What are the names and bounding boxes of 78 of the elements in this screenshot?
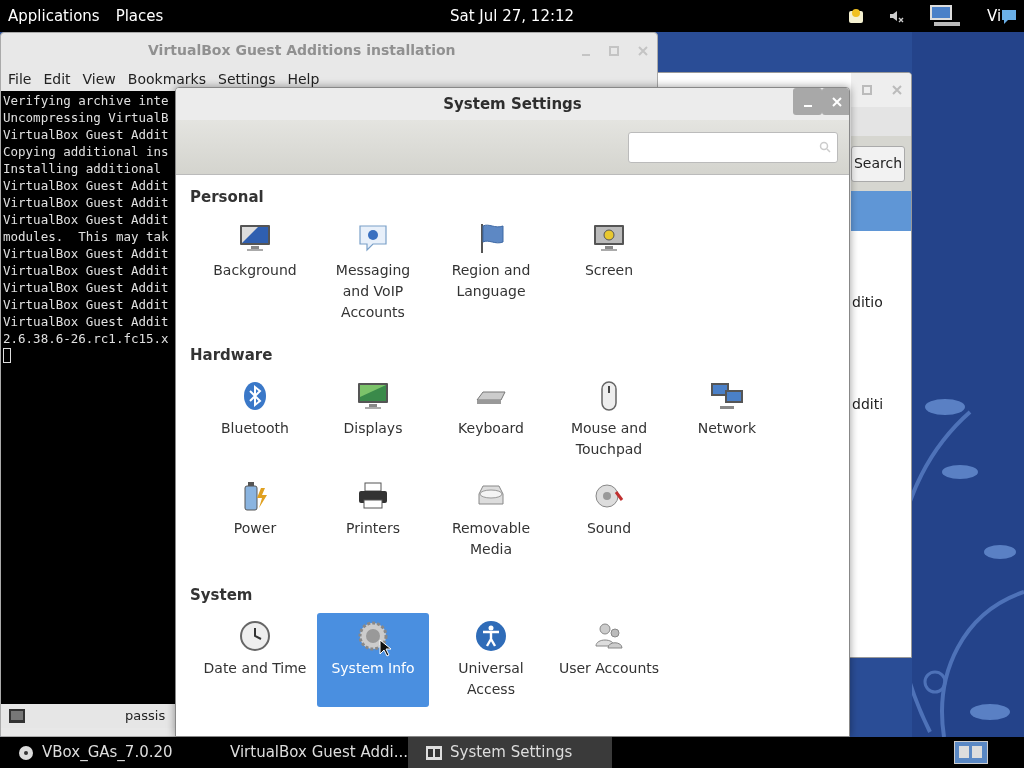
- section-heading: Hardware: [190, 345, 273, 365]
- mouse-pointer-icon: [379, 639, 391, 657]
- workspace-switcher-icon[interactable]: [954, 741, 988, 764]
- terminal-line: Verifying archive inte: [3, 92, 169, 109]
- window-title: VirtualBox Guest Additions installation: [148, 40, 456, 60]
- window-title: System Settings: [443, 93, 582, 115]
- terminal-line: VirtualBox Guest Addit: [3, 211, 169, 228]
- accessibility-icon: [475, 620, 507, 652]
- menu-item[interactable]: Help: [287, 68, 320, 90]
- close-icon[interactable]: [892, 85, 902, 95]
- search-field[interactable]: [628, 131, 838, 163]
- category-item[interactable]: Sound: [553, 473, 665, 567]
- monitor-icon: [238, 222, 272, 254]
- category-item[interactable]: Power: [199, 473, 311, 567]
- close-icon[interactable]: [638, 46, 648, 56]
- network-icon[interactable]: [928, 4, 962, 28]
- user-name[interactable]: Vi: [987, 4, 1002, 28]
- volume-muted-icon[interactable]: [888, 8, 904, 24]
- maximize-icon[interactable]: [609, 46, 619, 56]
- category-item[interactable]: Region and Language: [435, 215, 547, 327]
- category-item[interactable]: Keyboard: [435, 373, 547, 467]
- printer-icon: [357, 480, 389, 512]
- chat-bubble-icon[interactable]: [1001, 9, 1017, 25]
- panel-menu[interactable]: Applications: [8, 4, 100, 28]
- disc-icon: [18, 744, 34, 761]
- minimize-button[interactable]: [793, 88, 822, 115]
- menu-item[interactable]: View: [82, 68, 116, 90]
- terminal-line: Uncompressing VirtualB: [3, 109, 169, 126]
- menu-item[interactable]: File: [8, 68, 32, 90]
- category-item[interactable]: Background: [199, 215, 311, 327]
- clock[interactable]: Sat Jul 27, 12:12: [450, 4, 575, 28]
- search-icon: [819, 141, 831, 153]
- menu-item[interactable]: Edit: [43, 68, 71, 90]
- category-item[interactable]: Date and Time: [199, 613, 311, 707]
- category-item[interactable]: User Accounts: [553, 613, 665, 707]
- monitor-icon: [356, 380, 390, 412]
- notification-icon[interactable]: [848, 8, 864, 24]
- terminal-icon[interactable]: [9, 709, 25, 723]
- taskbar-button[interactable]: System Settings: [408, 737, 612, 768]
- text-cursor: [3, 348, 11, 363]
- close-icon: [831, 96, 842, 107]
- menu-item[interactable]: Bookmarks: [127, 68, 206, 90]
- category-item[interactable]: Universal Access: [435, 613, 547, 707]
- category-item[interactable]: Messaging and VoIP Accounts: [317, 215, 429, 327]
- menu-item[interactable]: Settings: [218, 68, 276, 90]
- terminal-line: Installing additional: [3, 160, 162, 177]
- list-row[interactable]: [851, 191, 911, 231]
- settings-app-icon: [426, 745, 442, 760]
- section-heading: System: [190, 585, 253, 605]
- section-heading: Personal: [190, 187, 264, 207]
- panel-menu[interactable]: Places: [115, 4, 164, 28]
- network-icon: [710, 380, 744, 412]
- terminal-line: Copying additional ins: [3, 143, 169, 160]
- terminal-line: VirtualBox Guest Addit: [3, 296, 169, 313]
- close-button[interactable]: [822, 88, 849, 115]
- monitor-icon: [592, 222, 626, 254]
- status-text: passis: [125, 707, 166, 726]
- terminal-line: modules. This may tak: [3, 228, 169, 245]
- category-item[interactable]: Printers: [317, 473, 429, 567]
- terminal-line: 2.6.38.6-26.rc1.fc15.x: [3, 330, 169, 347]
- terminal-line: VirtualBox Guest Addit: [3, 177, 169, 194]
- terminal-line: VirtualBox Guest Addit: [3, 313, 169, 330]
- category-item[interactable]: Displays: [317, 373, 429, 467]
- category-item[interactable]: Bluetooth: [199, 373, 311, 467]
- search-button[interactable]: Search: [851, 145, 905, 182]
- clock-icon: [239, 620, 271, 652]
- terminal-line: VirtualBox Guest Addit: [3, 262, 169, 279]
- terminal-line: VirtualBox Guest Addit: [3, 126, 169, 143]
- terminal-line: VirtualBox Guest Addit: [3, 279, 169, 296]
- category-item[interactable]: Screen: [553, 215, 665, 327]
- maximize-icon[interactable]: [862, 85, 872, 95]
- terminal-line: VirtualBox Guest Addit: [3, 245, 169, 262]
- terminal-line: VirtualBox Guest Addit: [3, 194, 169, 211]
- users-icon: [593, 620, 625, 652]
- category-item[interactable]: Network: [671, 373, 783, 467]
- chat-bubble-icon: [357, 222, 389, 254]
- category-item[interactable]: Mouse and Touchpad: [553, 373, 665, 467]
- category-item[interactable]: Removable Media: [435, 473, 547, 567]
